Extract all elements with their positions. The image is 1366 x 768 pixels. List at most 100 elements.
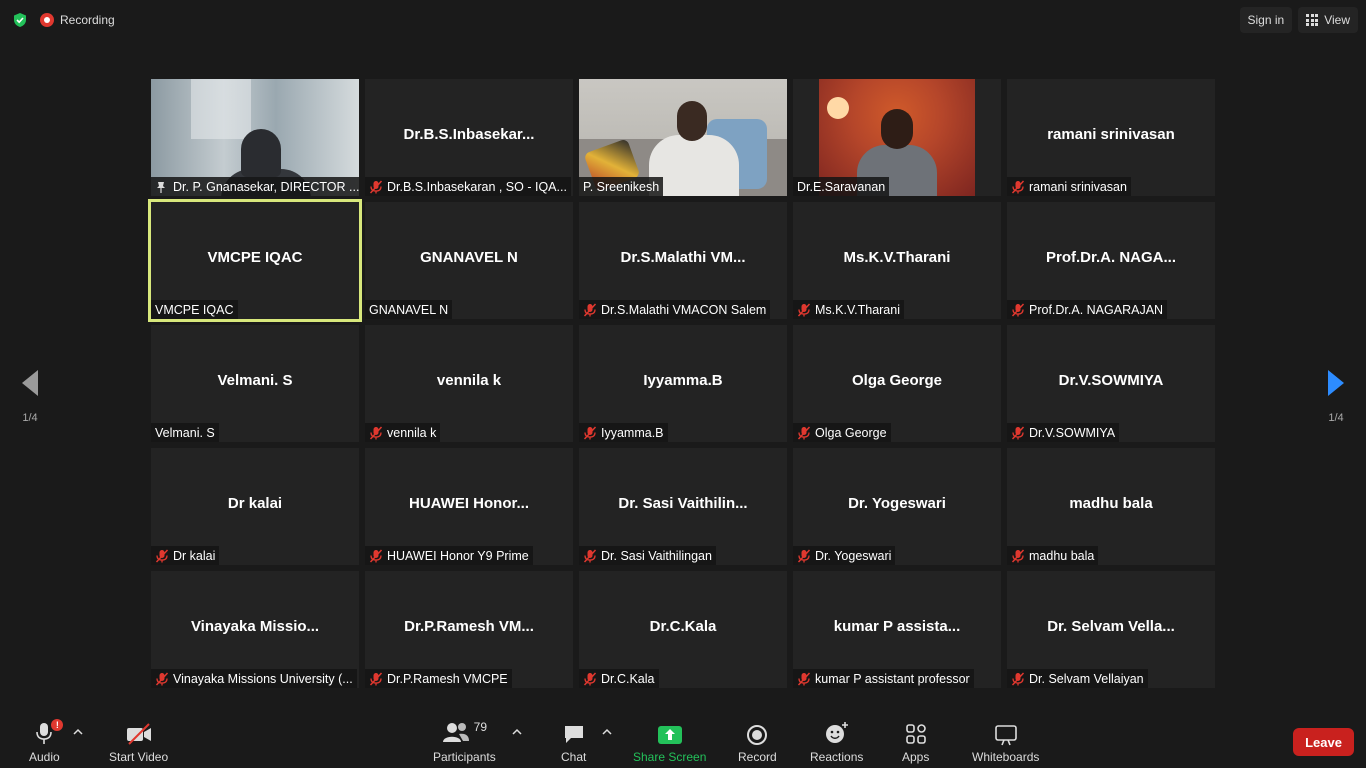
participant-name: madhu bala [1029, 548, 1095, 563]
audio-options-chevron-icon[interactable] [73, 728, 83, 736]
participant-tile[interactable]: Dr. Yogeswari Dr. Yogeswari [793, 448, 1001, 565]
participants-options-chevron-icon[interactable] [512, 728, 522, 736]
participant-name: Dr.B.S.Inbasekaran , SO - IQA... [387, 179, 567, 194]
participant-tile[interactable]: Ms.K.V.Tharani Ms.K.V.Tharani [793, 202, 1001, 319]
reactions-button[interactable]: Reactions [810, 720, 863, 764]
start-video-label: Start Video [109, 750, 169, 764]
reactions-label: Reactions [810, 750, 864, 764]
arrow-left-icon [22, 370, 38, 396]
record-label: Record [738, 750, 777, 764]
sign-in-button[interactable]: Sign in [1239, 7, 1293, 33]
audio-label: Audio [29, 750, 60, 764]
participant-tile[interactable]: Vinayaka Missio... Vinayaka Missions Univ… [151, 571, 359, 688]
participant-name: Dr. Selvam Vellaiyan [1029, 671, 1144, 686]
previous-page-button[interactable]: 1/4 [15, 368, 45, 424]
audio-warning-badge: ! [51, 719, 64, 731]
muted-microphone-icon [1011, 548, 1025, 563]
participant-tile[interactable]: Dr. P. Gnanasekar, DIRECTOR ... [151, 79, 359, 196]
participant-name: Vinayaka Missions University (... [173, 671, 353, 686]
muted-microphone-icon [797, 548, 811, 563]
participant-tile[interactable]: Dr.E.Saravanan [793, 79, 1001, 196]
participant-tile[interactable]: vennila k vennila k [365, 325, 573, 442]
chat-button[interactable]: Chat [561, 720, 586, 764]
participant-tile[interactable]: Dr.S.Malathi VM... Dr.S.Malathi VMACON Sa… [579, 202, 787, 319]
participant-name: Dr.S.Malathi VMACON Salem [601, 302, 767, 317]
participant-name-label: HUAWEI Honor Y9 Prime [365, 546, 533, 565]
share-screen-label: Share Screen [633, 750, 707, 764]
page-indicator-left: 1/4 [22, 412, 38, 424]
participant-tile[interactable]: Dr.C.Kala Dr.C.Kala [579, 571, 787, 688]
audio-button[interactable]: ! Audio [29, 719, 64, 764]
participant-name: Dr kalai [173, 548, 216, 563]
record-dot-icon [40, 13, 54, 27]
whiteboards-button[interactable]: Whiteboards [972, 720, 1039, 764]
share-screen-button[interactable]: Share Screen [633, 720, 706, 764]
participant-tile[interactable]: madhu bala madhu bala [1007, 448, 1215, 565]
participant-tile[interactable]: ramani srinivasan ramani srinivasan [1007, 79, 1215, 196]
participant-tile[interactable]: P. Sreenikesh [579, 79, 787, 196]
page-indicator-right: 1/4 [1328, 412, 1344, 424]
participant-name: ramani srinivasan [1029, 179, 1127, 194]
participant-name: P. Sreenikesh [583, 179, 660, 194]
apps-icon [905, 724, 926, 744]
participant-name-label: P. Sreenikesh [579, 177, 664, 196]
video-off-icon [126, 723, 151, 745]
sign-in-label: Sign in [1247, 13, 1285, 27]
participant-tile[interactable]: Olga George Olga George [793, 325, 1001, 442]
participant-tile[interactable]: Dr.V.SOWMIYA Dr.V.SOWMIYA [1007, 325, 1215, 442]
muted-microphone-icon [1011, 671, 1025, 686]
participant-name-label: vennila k [365, 423, 441, 442]
participant-tile[interactable]: Dr.P.Ramesh VM... Dr.P.Ramesh VMCPE [365, 571, 573, 688]
muted-microphone-icon [1011, 302, 1025, 317]
view-button[interactable]: View [1298, 7, 1358, 33]
participant-name-label: Dr.P.Ramesh VMCPE [365, 669, 512, 688]
shield-check-icon[interactable] [12, 12, 28, 28]
muted-microphone-icon [369, 548, 383, 563]
muted-microphone-icon [797, 302, 811, 317]
participant-name: Prof.Dr.A. NAGARAJAN [1029, 302, 1164, 317]
participant-tile[interactable]: Dr. Sasi Vaithilin... Dr. Sasi Vaithiling… [579, 448, 787, 565]
participant-name-label: ramani srinivasan [1007, 177, 1131, 196]
muted-microphone-icon [1011, 179, 1025, 194]
participant-name: Dr.E.Saravanan [797, 179, 886, 194]
participant-tile[interactable]: Iyyamma.B Iyyamma.B [579, 325, 787, 442]
record-button[interactable]: Record [738, 720, 777, 764]
participant-name-label: Dr kalai [151, 546, 220, 565]
muted-microphone-icon [369, 425, 383, 440]
participant-name: Dr. P. Gnanasekar, DIRECTOR ... [173, 179, 359, 194]
share-screen-icon [657, 726, 682, 744]
participant-tile[interactable]: Dr. Selvam Vella... Dr. Selvam Vellaiyan [1007, 571, 1215, 688]
participant-tile[interactable]: GNANAVEL N GNANAVEL N [365, 202, 573, 319]
start-video-button[interactable]: Start Video [109, 720, 168, 764]
recording-label: Recording [60, 13, 115, 27]
participant-tile[interactable]: Velmani. S Velmani. S [151, 325, 359, 442]
participant-tile[interactable]: Dr.B.S.Inbasekar... Dr.B.S.Inbasekaran , … [365, 79, 573, 196]
participant-tile[interactable]: kumar P assista... kumar P assistant prof… [793, 571, 1001, 688]
muted-microphone-icon [583, 671, 597, 686]
participant-name: Dr.V.SOWMIYA [1029, 425, 1116, 440]
participant-name-label: Velmani. S [151, 423, 219, 442]
participant-name: Dr.P.Ramesh VMCPE [387, 671, 508, 686]
participant-name: Iyyamma.B [601, 425, 664, 440]
participant-name: Olga George [815, 425, 887, 440]
chat-options-chevron-icon[interactable] [602, 728, 612, 736]
participant-name-label: Dr. Sasi Vaithilingan [579, 546, 716, 565]
leave-button[interactable]: Leave [1293, 728, 1354, 756]
participant-name: vennila k [387, 425, 437, 440]
participant-count: 79 [473, 720, 488, 734]
next-page-button[interactable]: 1/4 [1321, 368, 1351, 424]
recording-indicator[interactable]: Recording [40, 10, 115, 30]
participant-name-label: Dr.E.Saravanan [793, 177, 890, 196]
muted-microphone-icon [155, 548, 169, 563]
participant-tile[interactable]: VMCPE IQAC VMCPE IQAC [148, 199, 362, 322]
participant-tile[interactable]: HUAWEI Honor... HUAWEI Honor Y9 Prime [365, 448, 573, 565]
participant-name: HUAWEI Honor Y9 Prime [387, 548, 529, 563]
participant-tile[interactable]: Dr kalai Dr kalai [151, 448, 359, 565]
participant-name: GNANAVEL N [369, 302, 449, 317]
arrow-right-icon [1328, 370, 1344, 396]
participant-name-label: Dr.V.SOWMIYA [1007, 423, 1120, 442]
participants-button[interactable]: 79 Participants [433, 720, 496, 764]
apps-button[interactable]: Apps [902, 720, 929, 764]
participant-name: Dr. Yogeswari [815, 548, 892, 563]
participant-tile[interactable]: Prof.Dr.A. NAGA... Prof.Dr.A. NAGARAJAN [1007, 202, 1215, 319]
